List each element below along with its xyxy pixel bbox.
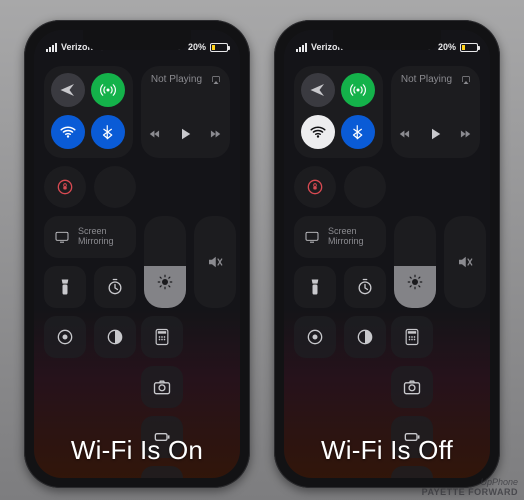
airplane-mode-toggle[interactable] [51,73,85,107]
wifi-toggle[interactable] [301,115,335,149]
brightness-slider[interactable] [144,216,186,308]
screen-mirroring-label: Screen Mirroring [328,227,376,247]
notch [333,30,441,50]
connectivity-cluster [44,66,133,158]
watermark-line1: UpPhone [480,477,518,487]
comparison-stage: Verizon 20% [0,0,524,488]
control-center: Not Playing [284,60,490,478]
watermark-line2: PAYETTE FORWARD [422,488,518,498]
phone-wifi-off: Verizon LTE 20% [274,20,500,488]
calculator-button[interactable] [141,316,183,358]
phone-wifi-on: Verizon 20% [24,20,250,488]
do-not-disturb-toggle[interactable] [344,166,386,208]
bluetooth-toggle[interactable] [341,115,375,149]
now-playing-tile[interactable]: Not Playing [141,66,230,158]
bluetooth-toggle[interactable] [91,115,125,149]
airplane-mode-toggle[interactable] [301,73,335,107]
screen: Verizon 20% [34,30,240,478]
camera-button[interactable] [391,366,433,408]
next-track-button[interactable] [208,127,222,144]
wifi-toggle[interactable] [51,115,85,149]
screen-mirroring-tile[interactable]: Screen Mirroring [44,216,136,258]
screen: Verizon LTE 20% [284,30,490,478]
flashlight-button[interactable] [44,266,86,308]
now-playing-title: Not Playing [401,74,452,85]
flashlight-button[interactable] [294,266,336,308]
notch [83,30,191,50]
play-button[interactable] [176,125,194,146]
camera-button[interactable] [141,366,183,408]
apple-tv-remote-button[interactable] [141,466,183,478]
timer-button[interactable] [94,266,136,308]
orientation-lock-toggle[interactable] [294,166,336,208]
screen-mirroring-label: Screen Mirroring [78,227,126,247]
control-center: Not Playing [34,60,240,478]
volume-slider[interactable] [444,216,486,308]
caption-label: Wi-Fi Is On [34,435,240,466]
cellular-data-toggle[interactable] [91,73,125,107]
caption-label: Wi-Fi Is Off [284,435,490,466]
apple-tv-remote-button[interactable] [391,466,433,478]
play-button[interactable] [426,125,444,146]
cellular-data-toggle[interactable] [341,73,375,107]
signal-bars-icon [296,43,307,52]
prev-track-button[interactable] [398,127,412,144]
battery-percent: 20% [438,42,456,52]
battery-icon [210,43,228,52]
connectivity-cluster [294,66,383,158]
now-playing-title: Not Playing [151,74,202,85]
calculator-button[interactable] [391,316,433,358]
orientation-lock-toggle[interactable] [44,166,86,208]
brightness-slider[interactable] [394,216,436,308]
now-playing-tile[interactable]: Not Playing [391,66,480,158]
volume-slider[interactable] [194,216,236,308]
battery-icon [460,43,478,52]
airplay-icon[interactable] [210,74,222,86]
do-not-disturb-toggle[interactable] [94,166,136,208]
battery-percent: 20% [188,42,206,52]
airplay-icon[interactable] [460,74,472,86]
signal-bars-icon [46,43,57,52]
screen-mirroring-tile[interactable]: Screen Mirroring [294,216,386,258]
prev-track-button[interactable] [148,127,162,144]
timer-button[interactable] [344,266,386,308]
watermark: UpPhone PAYETTE FORWARD [422,478,518,498]
next-track-button[interactable] [458,127,472,144]
